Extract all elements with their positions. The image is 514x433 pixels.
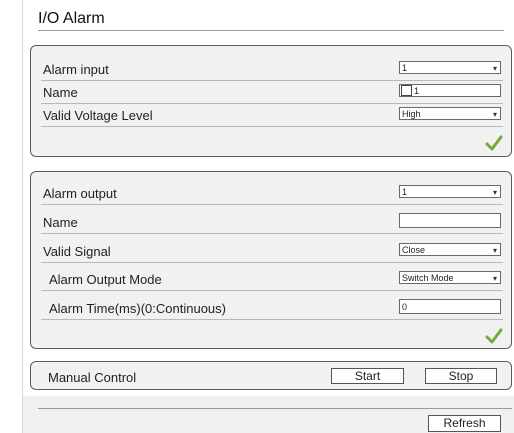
alarm-input-label: Alarm input	[43, 62, 109, 77]
output-name-row: Name	[41, 213, 503, 234]
valid-signal-value: Close	[402, 245, 426, 255]
start-button[interactable]: Start	[331, 368, 404, 384]
stop-button[interactable]: Stop	[425, 368, 497, 384]
alarm-time-label: Alarm Time(ms)(0:Continuous)	[49, 301, 226, 316]
manual-control-panel: Manual Control Start Stop	[30, 361, 512, 390]
refresh-button[interactable]: Refresh	[428, 415, 501, 432]
chevron-down-icon: ▾	[492, 246, 497, 255]
input-name-value: 1	[414, 86, 420, 96]
alarm-output-value: 1	[402, 187, 408, 197]
alarm-output-label: Alarm output	[43, 186, 117, 201]
manual-control-label: Manual Control	[48, 370, 137, 385]
input-name-field[interactable]: 1	[399, 84, 501, 97]
title-divider	[38, 30, 504, 31]
alarm-input-select[interactable]: 1 ▾	[399, 61, 501, 74]
valid-signal-row: Valid Signal Close ▾	[41, 242, 503, 263]
valid-signal-select[interactable]: Close ▾	[399, 243, 501, 256]
alarm-input-value: 1	[402, 63, 408, 73]
chevron-down-icon: ▾	[492, 274, 497, 283]
alarm-input-panel: Alarm input 1 ▾ Name 1 Valid Voltage Lev…	[30, 45, 512, 157]
checkmark-icon[interactable]	[485, 135, 503, 151]
footer-divider	[38, 408, 512, 409]
checkmark-icon[interactable]	[485, 328, 503, 344]
alarm-time-field[interactable]: 0	[399, 299, 501, 314]
valid-voltage-value: High	[402, 109, 421, 119]
valid-voltage-row: Valid Voltage Level High ▾	[41, 106, 503, 127]
input-name-row: Name 1	[41, 83, 503, 104]
alarm-output-select[interactable]: 1 ▾	[399, 185, 501, 198]
chevron-down-icon: ▾	[492, 110, 497, 119]
alarm-time-value: 0	[402, 302, 408, 312]
chevron-down-icon: ▾	[492, 188, 497, 197]
valid-voltage-label: Valid Voltage Level	[43, 108, 153, 123]
page-title: I/O Alarm	[38, 10, 105, 27]
alarm-output-row: Alarm output 1 ▾	[41, 184, 503, 205]
valid-voltage-select[interactable]: High ▾	[399, 107, 501, 120]
output-mode-row: Alarm Output Mode Switch Mode ▾	[41, 270, 503, 291]
valid-signal-label: Valid Signal	[43, 244, 111, 259]
output-mode-value: Switch Mode	[402, 273, 454, 283]
input-name-checkbox[interactable]	[401, 85, 412, 97]
chevron-down-icon: ▾	[492, 64, 497, 73]
output-mode-label: Alarm Output Mode	[49, 272, 162, 287]
output-name-label: Name	[43, 215, 78, 230]
input-name-label: Name	[43, 85, 78, 100]
alarm-output-panel: Alarm output 1 ▾ Name Valid Signal Close…	[30, 171, 512, 349]
output-mode-select[interactable]: Switch Mode ▾	[399, 271, 501, 284]
alarm-input-row: Alarm input 1 ▾	[41, 60, 503, 81]
alarm-time-row: Alarm Time(ms)(0:Continuous) 0	[41, 299, 503, 320]
output-name-field[interactable]	[399, 213, 501, 228]
